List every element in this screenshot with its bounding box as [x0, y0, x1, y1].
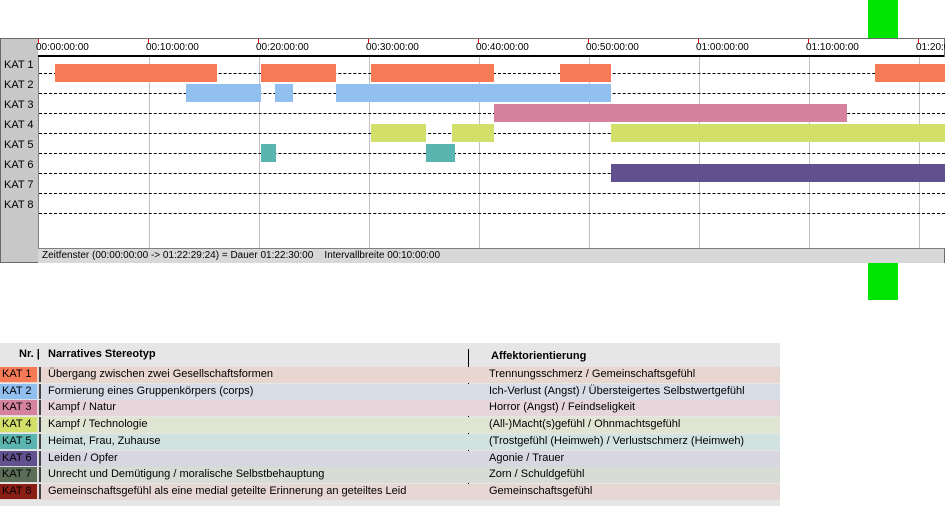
- segment-kat-1[interactable]: [54, 64, 217, 82]
- row-label-kat-4: KAT 4: [4, 119, 34, 131]
- tick-mark: [588, 39, 589, 43]
- tick-label: 01:00:00:00: [696, 42, 749, 53]
- row-label-kat-2: KAT 2: [4, 79, 34, 91]
- legend-row-kat-2: KAT 2 Formierung eines Gruppenkörpers (co…: [0, 383, 780, 400]
- tick-mark: [808, 39, 809, 43]
- header-affect: Affektorientierung: [491, 350, 587, 362]
- legend-row-kat-5: KAT 5 Heimat, Frau, Zuhause (Trostgefühl (…: [0, 433, 780, 450]
- segment-kat-4[interactable]: [370, 124, 426, 142]
- legend-affect: Gemeinschaftsgefühl: [489, 484, 593, 497]
- legend-separator: [39, 400, 41, 416]
- segment-kat-4[interactable]: [611, 124, 945, 142]
- legend-separator: [39, 483, 41, 499]
- legend-separator: [39, 417, 41, 433]
- tick-label: 00:10:00:00: [146, 42, 199, 53]
- time-ruler[interactable]: 00:00:00:00 00:10:00:00 00:20:00:00 00:30:0…: [36, 39, 945, 57]
- legend-stereotype: Gemeinschaftsgefühl als eine medial gete…: [48, 484, 407, 497]
- legend-code: KAT 1: [0, 367, 37, 382]
- tick-mark: [368, 39, 369, 43]
- timeline-panel: 00:00:00:00 00:10:00:00 00:20:00:00 00:30:0…: [0, 38, 945, 263]
- tick-label: 00:40:00:00: [476, 42, 529, 53]
- segment-kat-6[interactable]: [611, 164, 945, 182]
- legend-affect: Horror (Angst) / Feindseligkeit: [489, 401, 636, 414]
- track-row-line: [39, 153, 945, 154]
- segment-kat-1[interactable]: [370, 64, 494, 82]
- tick-label: 00:30:00:00: [366, 42, 419, 53]
- tick-mark: [478, 39, 479, 43]
- legend-row-kat-6: KAT 6 Leiden / Opfer Agonie / Trauer: [0, 450, 780, 467]
- tick-label: 00:20:00:00: [256, 42, 309, 53]
- segment-kat-5[interactable]: [425, 144, 456, 162]
- category-legend-table: Nr. | Narratives Stereotyp Affektorienti…: [0, 343, 780, 506]
- legend-stereotype: Heimat, Frau, Zuhause: [48, 434, 161, 447]
- header-nr: Nr. |: [19, 348, 40, 360]
- legend-separator: [39, 433, 41, 449]
- tick-label: 00:00:00:00: [36, 42, 89, 53]
- legend-affect: (Trostgefühl (Heimweh) / Verlustschmerz …: [489, 434, 745, 447]
- legend-row-kat-1: KAT 1 Übergang zwischen zwei Gesellschaft…: [0, 367, 780, 383]
- tick-mark: [38, 39, 39, 43]
- segment-kat-5[interactable]: [260, 144, 277, 162]
- legend-stereotype: Formierung eines Gruppenkörpers (corps): [48, 384, 254, 397]
- legend-code: KAT 4: [0, 417, 37, 433]
- green-marker-bottom: [868, 263, 898, 300]
- legend-stereotype: Kampf / Natur: [48, 401, 116, 414]
- legend-row-kat-4: KAT 4 Kampf / Technologie (All-)Macht(s)ge…: [0, 417, 780, 434]
- segment-kat-3[interactable]: [493, 104, 848, 122]
- legend-code: KAT 6: [0, 450, 37, 466]
- track-row-line: [39, 193, 945, 194]
- legend-affect: Agonie / Trauer: [489, 451, 565, 464]
- legend-affect: Zorn / Schuldgefühl: [489, 468, 585, 481]
- segment-kat-2[interactable]: [336, 84, 611, 102]
- timeline-tracks[interactable]: [38, 57, 945, 248]
- legend-affect: Ich-Verlust (Angst) / Übersteigertes Sel…: [489, 384, 745, 397]
- segment-kat-2[interactable]: [185, 84, 261, 102]
- row-label-kat-3: KAT 3: [4, 99, 34, 111]
- legend-row-kat-7: KAT 7 Unrecht und Demütigung / moralische…: [0, 467, 780, 484]
- legend-row-kat-3: KAT 3 Kampf / Natur Horror (Angst) / Feind…: [0, 400, 780, 417]
- segment-kat-4[interactable]: [451, 124, 494, 142]
- legend-affect: Trennungsschmerz / Gemeinschaftsgefühl: [489, 368, 696, 380]
- legend-code: KAT 7: [0, 467, 37, 483]
- legend-separator: [39, 367, 41, 382]
- tick-label: 00:50:00:00: [586, 42, 639, 53]
- tick-label: 01:20:00:00: [916, 42, 945, 53]
- track-row-line: [39, 213, 945, 214]
- legend-stereotype: Kampf / Technologie: [48, 418, 148, 431]
- legend-code: KAT 2: [0, 383, 37, 399]
- legend-code: KAT 3: [0, 400, 37, 416]
- legend-stereotype: Übergang zwischen zwei Gesellschaftsform…: [48, 368, 273, 380]
- tick-mark: [258, 39, 259, 43]
- status-bar: Zeitfenster (00:00:00:00 -> 01:22:29:24)…: [38, 248, 944, 263]
- segment-kat-2[interactable]: [274, 84, 293, 102]
- row-label-kat-7: KAT 7: [4, 179, 34, 191]
- legend-row-kat-8: KAT 8 Gemeinschaftsgefühl als eine medial…: [0, 483, 780, 500]
- tick-mark: [148, 39, 149, 43]
- legend-affect: (All-)Macht(s)gefühl / Ohnmachtsgefühl: [489, 418, 681, 431]
- legend-code: KAT 8: [0, 483, 37, 499]
- legend-stereotype: Leiden / Opfer: [48, 451, 118, 464]
- header-stereotype: Narratives Stereotyp: [48, 348, 156, 360]
- segment-kat-1[interactable]: [875, 64, 945, 82]
- legend-stereotype: Unrecht und Demütigung / moralische Selb…: [48, 468, 325, 481]
- green-marker-top: [868, 0, 898, 38]
- tick-label: 01:10:00:00: [806, 42, 859, 53]
- legend-separator: [39, 450, 41, 466]
- tick-mark: [918, 39, 919, 43]
- row-label-kat-6: KAT 6: [4, 159, 34, 171]
- tick-mark: [698, 39, 699, 43]
- row-label-kat-5: KAT 5: [4, 139, 34, 151]
- segment-kat-1[interactable]: [260, 64, 336, 82]
- legend-separator: [39, 467, 41, 483]
- segment-kat-1[interactable]: [559, 64, 611, 82]
- status-text: Zeitfenster (00:00:00:00 -> 01:22:29:24)…: [42, 250, 441, 261]
- row-label-kat-8: KAT 8: [4, 199, 34, 211]
- legend-separator: [39, 383, 41, 399]
- row-label-kat-1: KAT 1: [4, 59, 34, 71]
- legend-code: KAT 5: [0, 433, 37, 449]
